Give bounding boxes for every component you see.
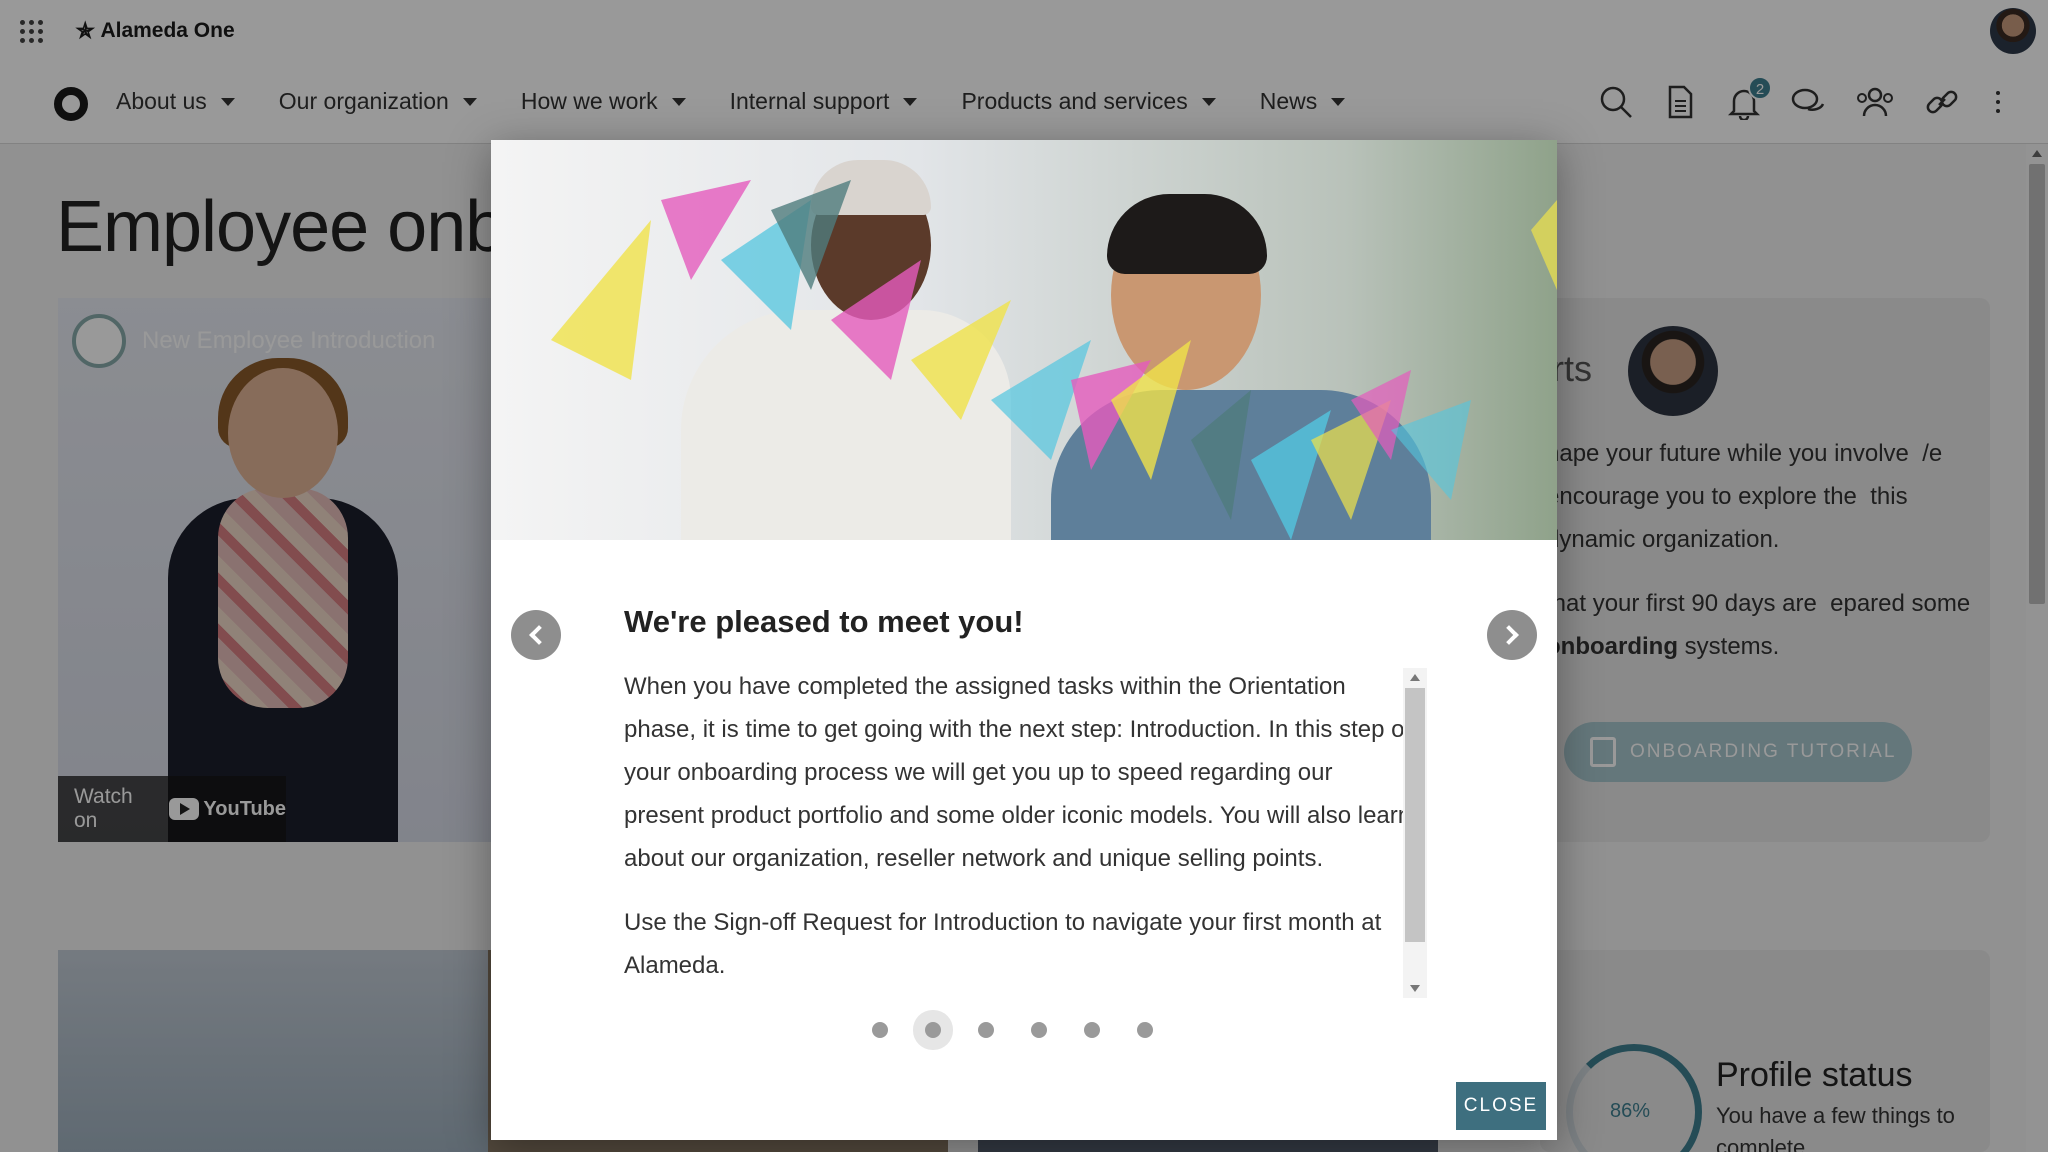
onboarding-modal: We're pleased to meet you! When you have… xyxy=(491,140,1557,1140)
slide-dot-5[interactable] xyxy=(1084,1022,1100,1038)
modal-body-text[interactable]: When you have completed the assigned tas… xyxy=(624,665,1414,999)
chevron-left-icon xyxy=(529,625,549,645)
scroll-up-arrow-icon[interactable] xyxy=(1410,674,1420,681)
chevron-right-icon xyxy=(1499,625,1519,645)
slide-pagination xyxy=(872,1022,1153,1038)
slide-dot-2-active[interactable] xyxy=(925,1022,941,1038)
modal-paragraph-2: Use the Sign-off Request for Introductio… xyxy=(624,909,1382,979)
modal-hero-image xyxy=(491,140,1557,540)
modal-scrollbar-thumb[interactable] xyxy=(1405,688,1425,942)
slide-dot-3[interactable] xyxy=(978,1022,994,1038)
previous-slide-button[interactable] xyxy=(511,610,561,660)
modal-paragraph-1: When you have completed the assigned tas… xyxy=(624,673,1412,872)
decorative-triangles xyxy=(551,180,1557,540)
slide-dot-4[interactable] xyxy=(1031,1022,1047,1038)
slide-dot-6[interactable] xyxy=(1137,1022,1153,1038)
scroll-down-arrow-icon[interactable] xyxy=(1410,985,1420,992)
next-slide-button[interactable] xyxy=(1487,610,1537,660)
close-button[interactable]: CLOSE xyxy=(1456,1082,1546,1130)
modal-scrollbar[interactable] xyxy=(1403,668,1427,998)
slide-dot-1[interactable] xyxy=(872,1022,888,1038)
modal-heading: We're pleased to meet you! xyxy=(624,604,1024,639)
